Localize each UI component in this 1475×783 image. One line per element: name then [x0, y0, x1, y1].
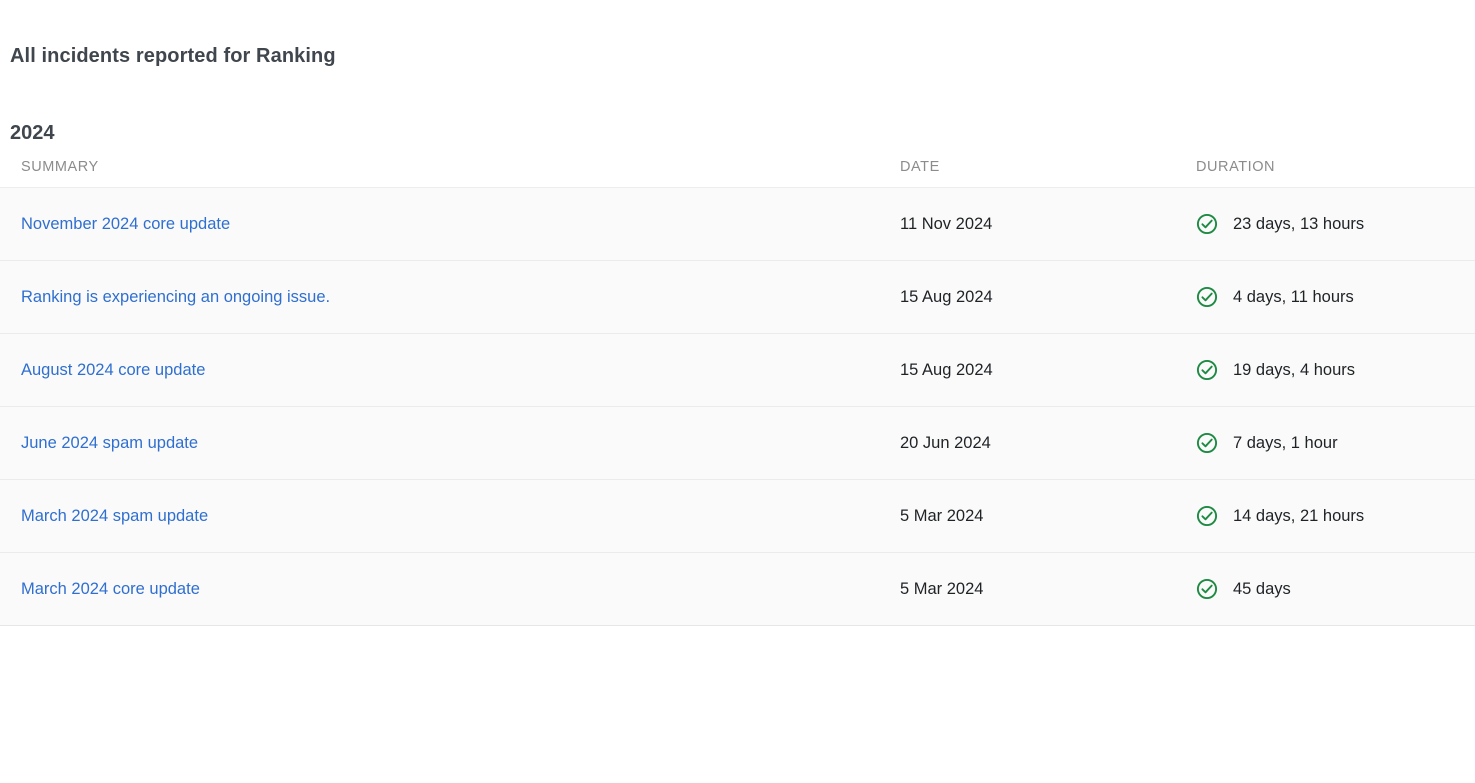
incident-summary-link[interactable]: March 2024 core update — [21, 578, 200, 600]
check-circle-icon — [1196, 578, 1218, 600]
duration-text: 14 days, 21 hours — [1233, 507, 1365, 525]
table-row: March 2024 core update 5 Mar 2024 45 day… — [0, 553, 1475, 626]
cell-duration: 14 days, 21 hours — [1196, 505, 1475, 527]
year-heading: 2024 — [10, 121, 55, 144]
cell-duration: 19 days, 4 hours — [1196, 359, 1475, 381]
check-circle-icon — [1196, 359, 1218, 381]
incident-summary-link[interactable]: March 2024 spam update — [21, 505, 208, 527]
cell-duration: 45 days — [1196, 578, 1475, 600]
table-row: June 2024 spam update 20 Jun 2024 7 days… — [0, 407, 1475, 480]
cell-date: 5 Mar 2024 — [900, 507, 984, 525]
incident-summary-link[interactable]: August 2024 core update — [21, 359, 205, 381]
cell-date: 15 Aug 2024 — [900, 361, 993, 379]
incidents-table: SUMMARY DATE DURATION November 2024 core… — [0, 146, 1475, 626]
cell-duration: 4 days, 11 hours — [1196, 286, 1475, 308]
table-row: November 2024 core update 11 Nov 2024 23… — [0, 188, 1475, 261]
cell-summary: June 2024 spam update — [21, 432, 900, 454]
cell-summary: March 2024 core update — [21, 578, 900, 600]
cell-summary: Ranking is experiencing an ongoing issue… — [21, 286, 900, 308]
cell-duration: 23 days, 13 hours — [1196, 213, 1475, 235]
column-header-duration: DURATION — [1196, 158, 1276, 175]
cell-date: 20 Jun 2024 — [900, 434, 991, 452]
cell-summary: August 2024 core update — [21, 359, 900, 381]
page-title: All incidents reported for Ranking — [10, 45, 336, 68]
duration-text: 23 days, 13 hours — [1233, 215, 1365, 233]
table-row: Ranking is experiencing an ongoing issue… — [0, 261, 1475, 334]
incident-summary-link[interactable]: November 2024 core update — [21, 213, 230, 235]
table-header-row: SUMMARY DATE DURATION — [0, 146, 1475, 188]
cell-duration: 7 days, 1 hour — [1196, 432, 1475, 454]
cell-date: 5 Mar 2024 — [900, 580, 984, 598]
duration-text: 4 days, 11 hours — [1233, 288, 1354, 306]
duration-text: 7 days, 1 hour — [1233, 434, 1338, 452]
duration-text: 45 days — [1233, 580, 1291, 598]
table-body: November 2024 core update 11 Nov 2024 23… — [0, 188, 1475, 626]
cell-summary: November 2024 core update — [21, 213, 900, 235]
incident-summary-link[interactable]: June 2024 spam update — [21, 432, 198, 454]
check-circle-icon — [1196, 286, 1218, 308]
column-header-date: DATE — [900, 158, 940, 175]
incidents-page: All incidents reported for Ranking 2024 … — [0, 0, 1475, 783]
column-header-summary: SUMMARY — [21, 158, 99, 175]
check-circle-icon — [1196, 213, 1218, 235]
duration-text: 19 days, 4 hours — [1233, 361, 1355, 379]
check-circle-icon — [1196, 505, 1218, 527]
table-row: March 2024 spam update 5 Mar 2024 14 day… — [0, 480, 1475, 553]
cell-date: 11 Nov 2024 — [900, 215, 993, 233]
incident-summary-link[interactable]: Ranking is experiencing an ongoing issue… — [21, 286, 330, 308]
check-circle-icon — [1196, 432, 1218, 454]
table-row: August 2024 core update 15 Aug 2024 19 d… — [0, 334, 1475, 407]
cell-summary: March 2024 spam update — [21, 505, 900, 527]
cell-date: 15 Aug 2024 — [900, 288, 993, 306]
